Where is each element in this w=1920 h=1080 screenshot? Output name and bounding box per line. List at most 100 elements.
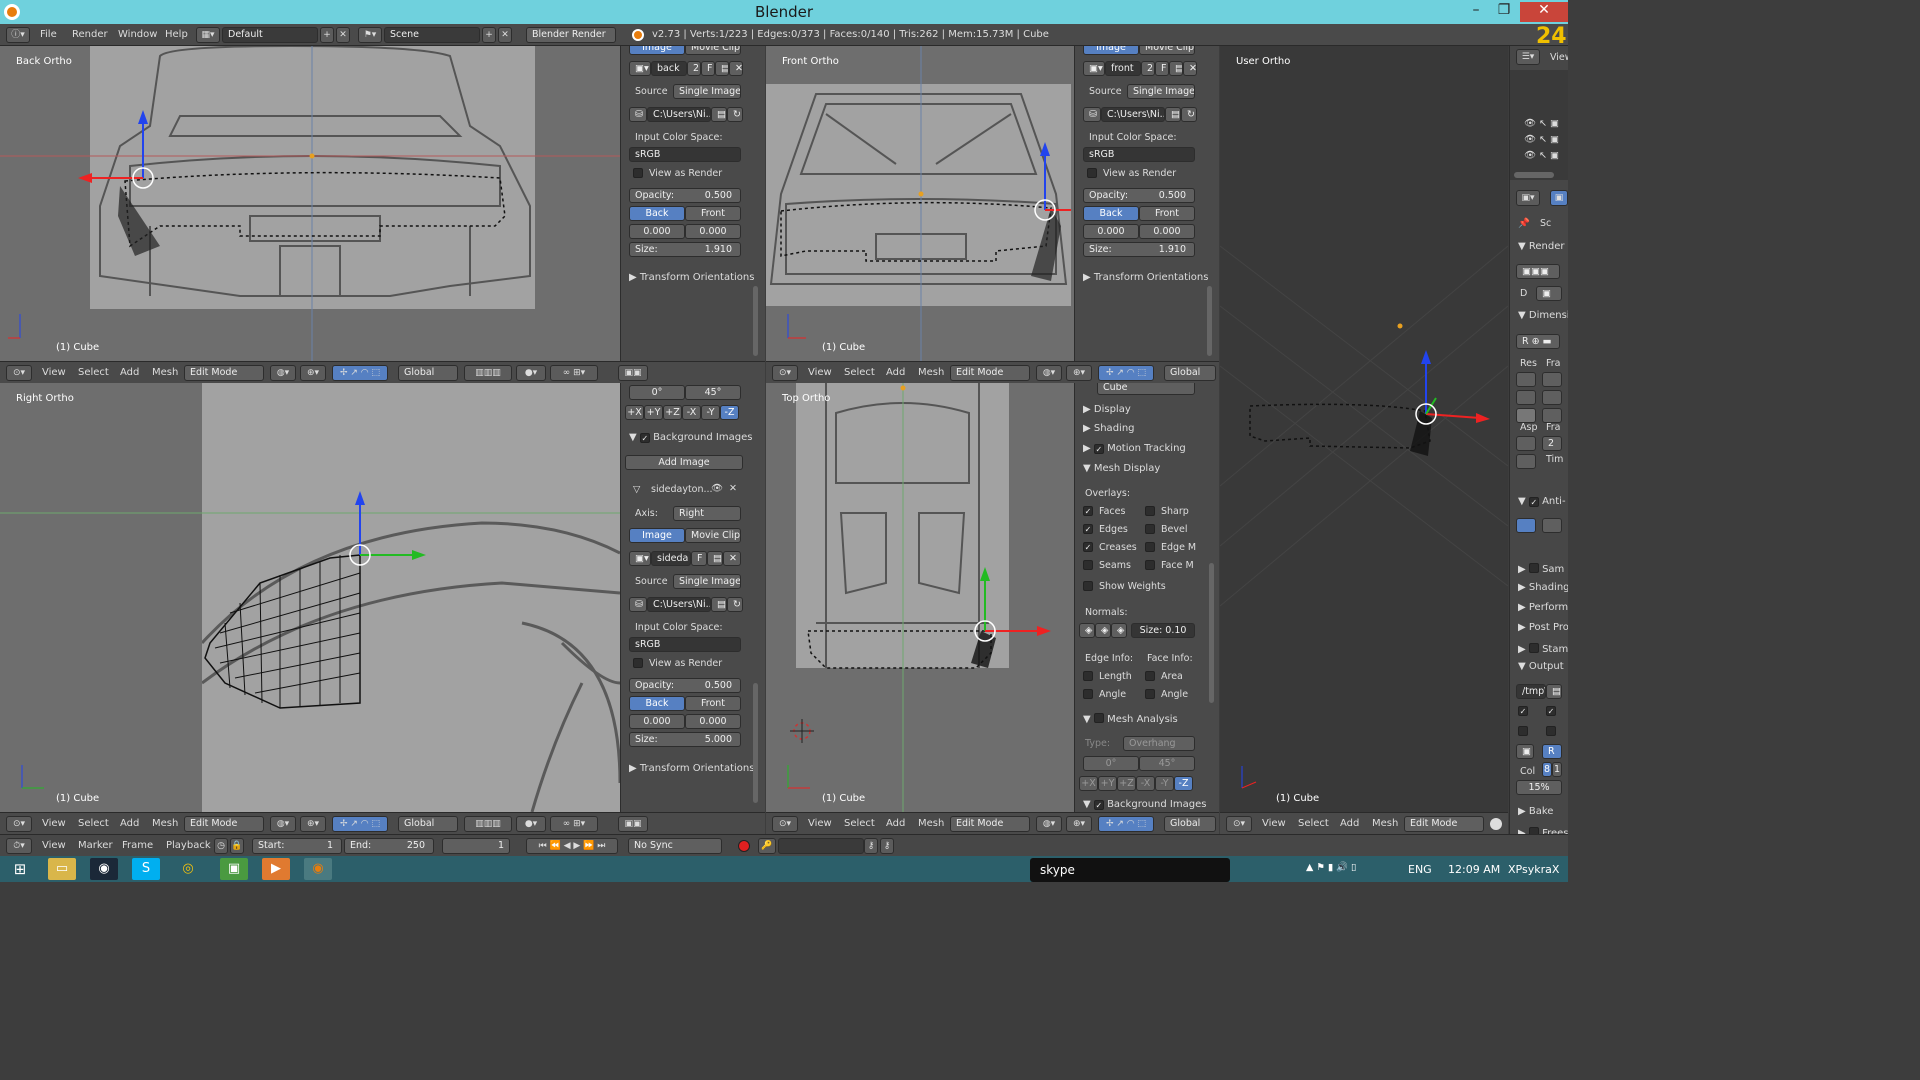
analysis-type-select[interactable]: Overhang bbox=[1123, 736, 1195, 751]
orientation-select[interactable]: Global bbox=[1164, 365, 1216, 381]
analysis-axis-nx[interactable]: -X bbox=[1136, 776, 1155, 791]
view-as-render-checkbox[interactable] bbox=[1087, 168, 1097, 178]
shading-icon[interactable]: ◍▾ bbox=[270, 365, 296, 381]
file-extensions-checkbox[interactable]: ✓ bbox=[1546, 706, 1556, 716]
snap-icon[interactable]: ∞ ⊞▾ bbox=[550, 816, 598, 832]
panel-scrollbar[interactable] bbox=[1207, 286, 1212, 356]
sampled-motion-blur-panel[interactable]: ▶ Sam bbox=[1518, 562, 1564, 575]
outliner-view-menu[interactable]: View bbox=[1550, 52, 1568, 63]
placeholders-checkbox[interactable] bbox=[1518, 726, 1528, 736]
output-panel[interactable]: ▼ Output bbox=[1518, 661, 1564, 672]
dimensions-panel[interactable]: ▼ Dimensi bbox=[1518, 310, 1568, 321]
display-field[interactable]: ▣ bbox=[1536, 286, 1562, 301]
image-path-field[interactable]: C:\Users\Ni... bbox=[1101, 107, 1165, 122]
unlink-image-icon[interactable]: ✕ bbox=[1183, 61, 1197, 76]
steam-icon[interactable]: ◉ bbox=[90, 858, 118, 880]
properties-type-icon[interactable]: ▣▾ bbox=[1516, 190, 1540, 206]
color-space-select[interactable]: sRGB bbox=[629, 637, 741, 652]
editor-type-icon[interactable]: ⊙▾ bbox=[772, 816, 798, 832]
analysis-axis-ny[interactable]: -Y bbox=[1155, 776, 1174, 791]
resolution-pct-field[interactable] bbox=[1516, 408, 1536, 423]
image-users-count[interactable]: 2 bbox=[1141, 61, 1155, 76]
offset-y-field[interactable]: 0.000 bbox=[1139, 224, 1195, 239]
stamp-checkbox[interactable] bbox=[1528, 643, 1539, 653]
image-browse-icon[interactable]: ▣▾ bbox=[629, 551, 651, 566]
eye-icon[interactable]: 👁 ↖ ▣ bbox=[1524, 134, 1559, 145]
color-depth-8-button[interactable]: 8 bbox=[1542, 762, 1552, 777]
timeline-menu-playback[interactable]: Playback bbox=[166, 840, 211, 851]
render-camera-icon[interactable]: ▣ bbox=[1550, 190, 1568, 206]
image-name-field[interactable]: sideda bbox=[651, 551, 691, 566]
manipulator-icon[interactable]: ✢ ↗ ◠ ⬚ bbox=[1098, 816, 1154, 832]
analysis-axis-nz[interactable]: -Z bbox=[1174, 776, 1193, 791]
tab-image[interactable]: Image bbox=[1083, 46, 1139, 55]
panel-scrollbar[interactable] bbox=[753, 286, 758, 356]
show-weights-checkbox[interactable] bbox=[1083, 581, 1093, 591]
delete-keyframe-icon[interactable]: ⚷ bbox=[880, 838, 894, 854]
tab-movie-clip[interactable]: Movie Clip bbox=[685, 46, 741, 55]
app-green-icon[interactable]: ▣ bbox=[220, 858, 248, 880]
bevel-checkbox[interactable] bbox=[1145, 524, 1155, 534]
new-image-icon[interactable]: ▤ bbox=[715, 61, 729, 76]
object-name-field[interactable]: Cube bbox=[1097, 383, 1195, 395]
viewport-user-ortho[interactable]: User Ortho (1) Cube bbox=[1220, 46, 1508, 812]
image-file-icon[interactable]: ⛁ bbox=[629, 597, 647, 612]
editor-type-icon[interactable]: ⊙▾ bbox=[1226, 816, 1252, 832]
edges-checkbox[interactable]: ✓ bbox=[1083, 524, 1093, 534]
unlink-image-icon[interactable]: ✕ bbox=[729, 61, 743, 76]
cache-result-checkbox[interactable] bbox=[1546, 726, 1556, 736]
end-frame-field[interactable]: End: 250 bbox=[344, 838, 434, 854]
manipulator-icon[interactable]: ✢ ↗ ◠ ⬚ bbox=[1098, 365, 1154, 381]
menu-view[interactable]: View bbox=[1262, 818, 1286, 829]
preview-range-icon[interactable]: ◷ bbox=[214, 838, 228, 854]
timeline-editor-icon[interactable]: ⏱▾ bbox=[6, 838, 32, 854]
insert-keyframe-icon[interactable]: ⚷ bbox=[864, 838, 878, 854]
mesh-analysis-panel[interactable]: ▼ Mesh Analysis bbox=[1083, 712, 1178, 725]
opacity-field[interactable]: Opacity: 0.500 bbox=[1083, 188, 1195, 203]
tab-image[interactable]: Image bbox=[629, 528, 685, 543]
face-angle-checkbox[interactable] bbox=[1145, 689, 1155, 699]
output-path-field[interactable]: /tmp\ bbox=[1516, 684, 1546, 699]
sync-mode-select[interactable]: No Sync bbox=[628, 838, 722, 854]
offset-x-field[interactable]: 0.000 bbox=[1083, 224, 1139, 239]
frame-step-field[interactable] bbox=[1542, 408, 1562, 423]
opacity-field[interactable]: Opacity: 0.500 bbox=[629, 678, 741, 693]
outliner-scrollbar[interactable] bbox=[1514, 172, 1554, 178]
bg-item-collapse-icon[interactable]: ▽ bbox=[633, 484, 640, 495]
aspect-x-field[interactable] bbox=[1516, 436, 1536, 451]
menu-add[interactable]: Add bbox=[120, 818, 139, 829]
stamp-panel[interactable]: ▶ Stam bbox=[1518, 642, 1568, 655]
viewport-back-ortho[interactable]: Back Ortho (1) Cube bbox=[0, 46, 620, 361]
tab-image[interactable]: Image bbox=[629, 46, 685, 55]
viewport-front-ortho[interactable]: Front Ortho (1) Cube bbox=[766, 46, 1074, 361]
reload-icon[interactable]: ↻ bbox=[727, 597, 743, 612]
skype-taskbar-icon[interactable]: S bbox=[132, 858, 160, 880]
size-field[interactable]: Size: 1.910 bbox=[1083, 242, 1195, 257]
render-preview-icon[interactable]: ▣▣ bbox=[618, 816, 648, 832]
axis-px-button[interactable]: +X bbox=[625, 405, 644, 420]
shading-panel[interactable]: ▶ Shading bbox=[1518, 582, 1568, 593]
eye-icon[interactable]: 👁 bbox=[711, 483, 723, 494]
anti-aliasing-panel[interactable]: ▼ ✓ Anti- bbox=[1518, 496, 1566, 507]
menu-file[interactable]: File bbox=[40, 29, 57, 40]
axis-select[interactable]: Right bbox=[673, 506, 741, 521]
scene-icon[interactable]: ⚑▾ bbox=[358, 27, 382, 43]
pivot-icon[interactable]: ⊕▾ bbox=[1066, 816, 1092, 832]
mode-select[interactable]: Edit Mode bbox=[184, 816, 264, 832]
reload-icon[interactable]: ↻ bbox=[727, 107, 743, 122]
open-file-icon[interactable]: ▤ bbox=[711, 107, 727, 122]
axis-pz-button[interactable]: +Z bbox=[663, 405, 682, 420]
color-rgb-button[interactable]: R bbox=[1542, 744, 1562, 759]
anti-aliasing-checkbox[interactable]: ✓ bbox=[1528, 497, 1539, 507]
image-name-field[interactable]: back bbox=[651, 61, 687, 76]
image-browse-icon[interactable]: ▣▾ bbox=[629, 61, 651, 76]
reload-icon[interactable]: ↻ bbox=[1181, 107, 1197, 122]
opacity-field[interactable]: Opacity: 0.500 bbox=[629, 188, 741, 203]
keying-set-field[interactable] bbox=[778, 838, 864, 854]
menu-add[interactable]: Add bbox=[120, 367, 139, 378]
add-scene-icon[interactable]: + bbox=[482, 27, 496, 43]
aa-samples-button[interactable] bbox=[1516, 518, 1536, 533]
blender-taskbar-icon[interactable]: ◉ bbox=[304, 858, 332, 880]
viewport-right-ortho[interactable]: Right Ortho (1) Cube bbox=[0, 383, 620, 812]
pin-icon[interactable]: 📌 bbox=[1518, 218, 1530, 229]
